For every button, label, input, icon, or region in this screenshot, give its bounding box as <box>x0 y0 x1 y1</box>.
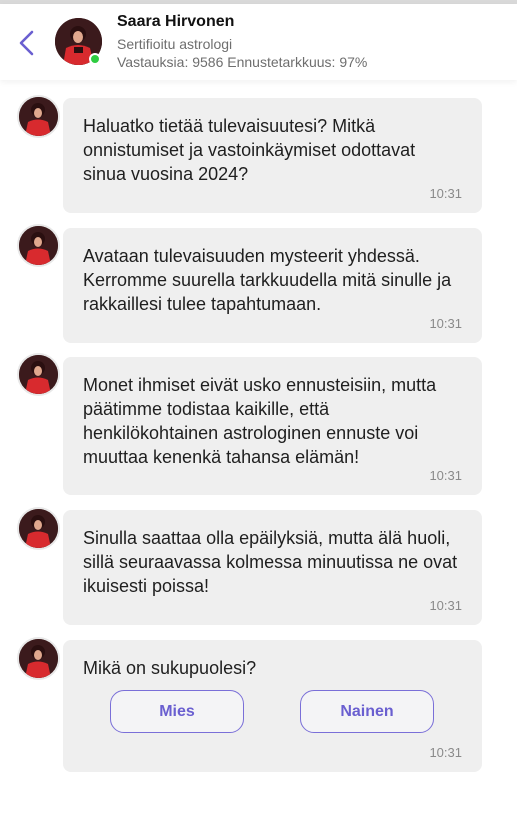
chat-message: Monet ihmiset eivät usko ennusteisiin, m… <box>63 357 482 495</box>
message-time: 10:31 <box>429 598 462 613</box>
message-text: Haluatko tietää tulevaisuutesi? Mitkä on… <box>83 116 416 184</box>
message-text: Mikä on sukupuolesi? <box>83 658 257 678</box>
avatar <box>19 226 58 265</box>
chat-message: Haluatko tietää tulevaisuutesi? Mitkä on… <box>63 98 482 213</box>
message-time: 10:31 <box>429 468 462 483</box>
online-status-dot <box>89 53 101 65</box>
avatar <box>19 355 58 394</box>
astrologer-name: Saara Hirvonen <box>117 13 235 30</box>
avatar <box>19 97 58 136</box>
back-button[interactable] <box>14 28 40 58</box>
avatar <box>19 509 58 548</box>
message-time: 10:31 <box>429 186 462 201</box>
chat-message: Avataan tulevaisuuden mysteerit yhdessä.… <box>63 228 482 343</box>
message-text: Avataan tulevaisuuden mysteerit yhdessä.… <box>83 246 452 314</box>
gender-female-button[interactable]: Nainen <box>300 690 434 733</box>
message-text: Sinulla saattaa olla epäilyksiä, mutta ä… <box>83 528 458 596</box>
astrologer-stats: Vastauksia: 9586 Ennustetarkkuus: 97% <box>117 54 368 70</box>
avatar <box>19 639 58 678</box>
message-time: 10:31 <box>429 316 462 331</box>
message-text: Monet ihmiset eivät usko ennusteisiin, m… <box>83 375 437 467</box>
astrologer-title: Sertifioitu astrologi <box>117 36 233 52</box>
chevron-left-icon <box>19 30 34 56</box>
message-time: 10:31 <box>429 745 462 760</box>
gender-male-button[interactable]: Mies <box>110 690 244 733</box>
chat-header: Saara Hirvonen Sertifioitu astrologi Vas… <box>0 4 517 80</box>
chat-message: Sinulla saattaa olla epäilyksiä, mutta ä… <box>63 510 482 625</box>
